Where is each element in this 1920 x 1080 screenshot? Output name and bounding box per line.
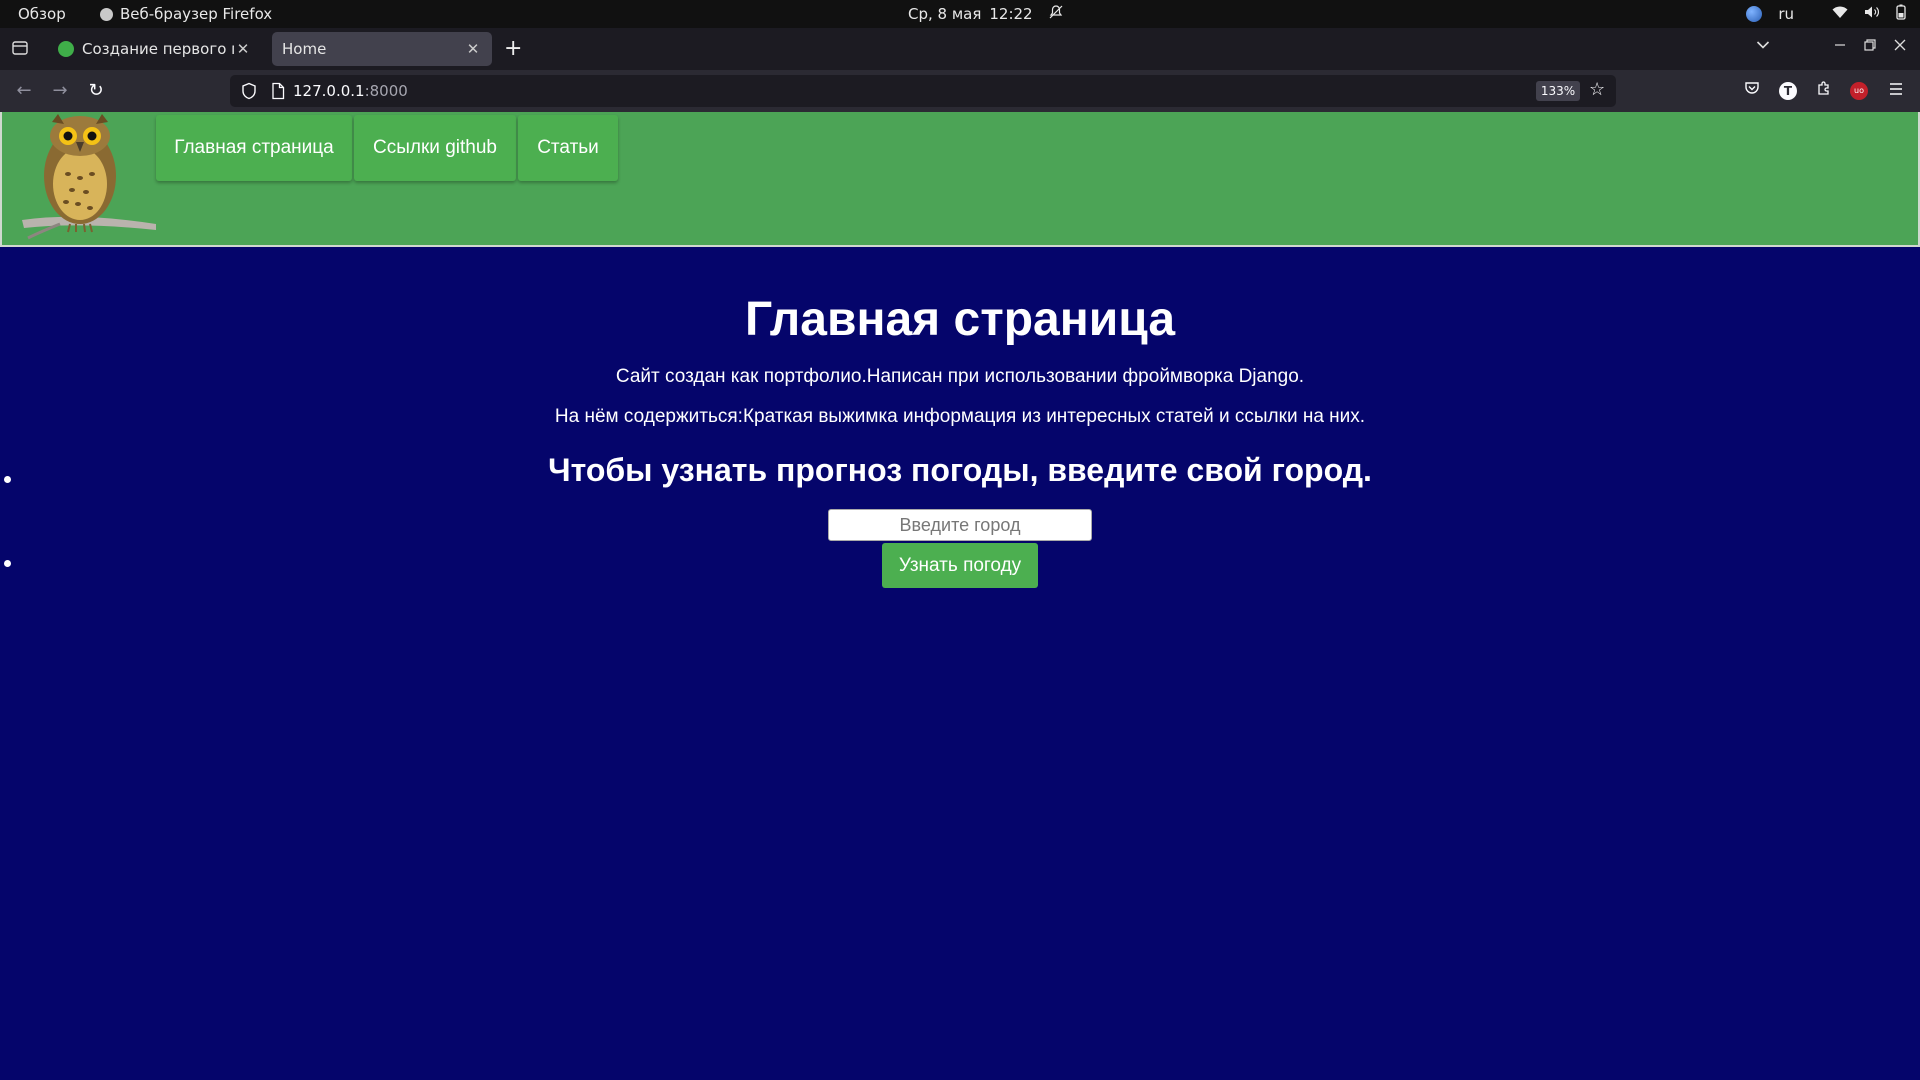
navigation-toolbar: ← → ↻ 127.0.0.1:8000 133% ☆ T uo xyxy=(0,70,1920,112)
new-tab-icon[interactable]: + xyxy=(504,36,522,61)
url-host: 127.0.0.1 xyxy=(293,82,365,100)
clock[interactable]: Ср, 8 мая 12:22 xyxy=(908,5,1063,23)
nav-link-articles[interactable]: Статьи xyxy=(518,115,618,181)
chevron-down-icon[interactable] xyxy=(1756,38,1770,54)
globe-icon xyxy=(1746,6,1763,22)
tab-title: Создание первого прил xyxy=(82,40,234,58)
wifi-icon xyxy=(1832,5,1848,23)
intro-paragraph-1: Сайт создан как портфолио.Написан при ис… xyxy=(615,366,1305,387)
hamburger-menu-icon[interactable] xyxy=(1884,79,1908,103)
reload-icon[interactable]: ↻ xyxy=(84,79,108,103)
back-icon[interactable]: ← xyxy=(12,79,36,103)
extensions-icon[interactable] xyxy=(1812,79,1836,103)
close-tab-icon[interactable]: ✕ xyxy=(464,40,482,58)
clock-time: 12:22 xyxy=(989,5,1033,23)
nav-link-github[interactable]: Ссылки github xyxy=(354,115,516,181)
app-name: Веб-браузер Firefox xyxy=(120,5,273,23)
url-port: :8000 xyxy=(364,82,408,100)
owl-logo[interactable] xyxy=(20,112,158,247)
app-menu[interactable]: Веб-браузер Firefox xyxy=(100,5,272,23)
close-tab-icon[interactable]: ✕ xyxy=(234,40,252,58)
tab-title: Home xyxy=(282,40,327,58)
pocket-icon[interactable] xyxy=(1740,79,1764,103)
city-input[interactable] xyxy=(828,509,1092,541)
ublock-origin-icon[interactable]: uo xyxy=(1850,82,1868,100)
intro-paragraph-2: На нём содержиться:Краткая выжимка инфор… xyxy=(554,406,1366,427)
list-bullet xyxy=(4,560,11,567)
tab-active[interactable]: Home ✕ xyxy=(272,32,492,66)
nav-link-home[interactable]: Главная страница xyxy=(156,115,352,181)
page-content: Главная страница Ссылки github Статьи Гл… xyxy=(0,112,1920,1080)
zoom-indicator[interactable]: 133% xyxy=(1536,81,1580,101)
clock-date: Ср, 8 мая xyxy=(908,5,982,23)
close-window-icon[interactable] xyxy=(1894,37,1906,55)
battery-icon xyxy=(1896,4,1906,24)
minimize-icon[interactable] xyxy=(1834,37,1846,55)
tab-strip: Создание первого прил ✕ Home ✕ + xyxy=(0,28,1920,70)
system-top-bar: Обзор Веб-браузер Firefox Ср, 8 мая 12:2… xyxy=(0,0,1920,28)
get-weather-button[interactable]: Узнать погоду xyxy=(882,543,1038,588)
restore-icon[interactable] xyxy=(1864,37,1876,55)
firefox-view-icon[interactable] xyxy=(10,38,30,58)
activities-button[interactable]: Обзор xyxy=(18,5,66,23)
bookmark-star-icon[interactable]: ☆ xyxy=(1589,79,1605,100)
bell-muted-icon xyxy=(1049,5,1063,23)
weather-heading: Чтобы узнать прогноз погоды, введите сво… xyxy=(548,452,1372,488)
shield-icon[interactable] xyxy=(240,82,258,100)
firefox-icon xyxy=(100,7,113,21)
tab-inactive[interactable]: Создание первого прил ✕ xyxy=(48,32,262,66)
site-header: Главная страница Ссылки github Статьи xyxy=(0,112,1920,247)
sound-playing-icon xyxy=(58,41,74,57)
page-title: Главная страница xyxy=(744,293,1176,346)
page-icon[interactable] xyxy=(270,82,286,100)
system-tray[interactable]: ru xyxy=(1746,4,1906,24)
translate-extension-icon[interactable]: T xyxy=(1779,82,1797,100)
language-indicator[interactable]: ru xyxy=(1778,5,1794,23)
forward-icon[interactable]: → xyxy=(48,79,72,103)
url-text[interactable]: 127.0.0.1:8000 xyxy=(293,82,408,100)
volume-icon xyxy=(1864,5,1880,23)
address-bar[interactable]: 127.0.0.1:8000 133% ☆ xyxy=(230,75,1616,107)
